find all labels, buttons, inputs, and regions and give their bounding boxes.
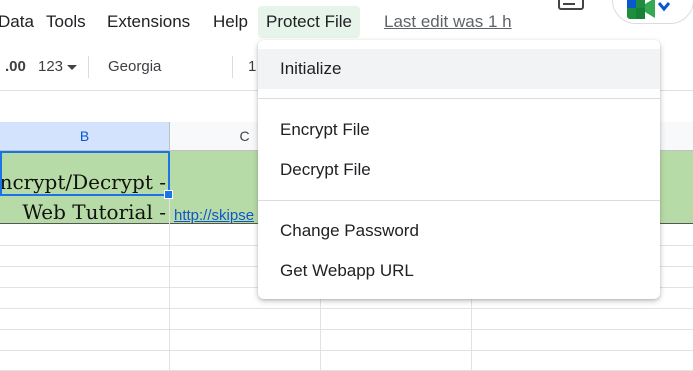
menu-separator: [258, 200, 660, 201]
meet-icon: [627, 0, 655, 19]
menu-help[interactable]: Help: [213, 6, 248, 38]
table-row: [0, 309, 693, 330]
fill-handle[interactable]: [164, 190, 173, 199]
comment-icon[interactable]: [558, 0, 584, 14]
menu-item-initialize[interactable]: Initialize: [258, 49, 660, 89]
font-select[interactable]: Georgia: [108, 44, 161, 90]
toolbar-divider: [88, 56, 89, 78]
number-format-button[interactable]: 123: [38, 44, 78, 90]
column-header-b[interactable]: B: [0, 122, 170, 150]
menu-data[interactable]: Data: [0, 6, 34, 38]
menu-item-change-password[interactable]: Change Password: [258, 211, 660, 251]
menu-tools[interactable]: Tools: [46, 6, 86, 38]
number-format-label: 123: [38, 58, 64, 75]
menu-extensions[interactable]: Extensions: [107, 6, 190, 38]
table-row: [0, 351, 693, 371]
menu-bar: Data Tools Extensions Help Protect File …: [0, 0, 693, 44]
decimal-increase-button[interactable]: .00: [5, 44, 26, 90]
menu-separator: [258, 98, 660, 99]
table-row: [0, 330, 693, 351]
meet-button[interactable]: [612, 0, 693, 24]
caret-down-icon: [67, 64, 78, 70]
menu-item-decrypt-file[interactable]: Decrypt File: [258, 150, 660, 190]
font-size-field[interactable]: 1: [248, 44, 256, 90]
toolbar-divider: [232, 56, 233, 78]
cell-b2-text: Web Tutorial -: [22, 200, 166, 224]
cell-selection[interactable]: [0, 151, 170, 196]
cell-c2-link[interactable]: http://skipse: [174, 207, 254, 224]
chevron-down-icon: [657, 2, 671, 12]
menu-protect-file[interactable]: Protect File: [258, 6, 360, 38]
menu-item-encrypt-file[interactable]: Encrypt File: [258, 110, 660, 150]
menu-item-get-webapp-url[interactable]: Get Webapp URL: [258, 251, 660, 291]
protect-file-menu: Initialize Encrypt File Decrypt File Cha…: [258, 40, 660, 299]
font-label: Georgia: [108, 58, 162, 75]
last-edit-link[interactable]: Last edit was 1 h: [384, 6, 512, 38]
